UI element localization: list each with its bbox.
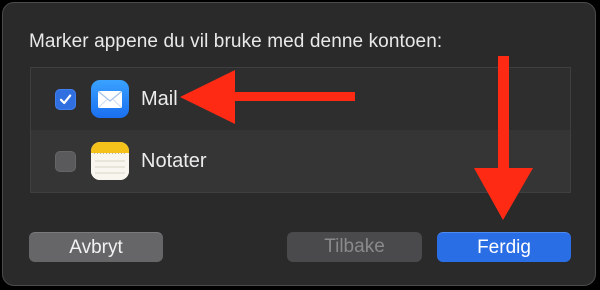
checkmark-icon <box>59 94 72 104</box>
notes-label: Notater <box>141 149 207 172</box>
app-list: Mail Notater <box>30 67 571 193</box>
notes-app-icon <box>91 142 129 180</box>
app-row-notes[interactable]: Notater <box>31 130 570 192</box>
dialog-prompt: Marker appene du vil bruke med denne kon… <box>29 31 443 52</box>
done-button[interactable]: Ferdig <box>437 232 571 262</box>
notes-checkbox[interactable] <box>55 150 76 172</box>
account-apps-dialog: Marker appene du vil bruke med denne kon… <box>2 2 596 286</box>
app-row-mail[interactable]: Mail <box>31 68 570 130</box>
mail-label: Mail <box>141 87 178 110</box>
cancel-button[interactable]: Avbryt <box>29 232 163 262</box>
mail-app-icon <box>91 80 129 118</box>
back-button[interactable]: Tilbake <box>287 232 422 262</box>
mail-checkbox[interactable] <box>55 88 76 110</box>
